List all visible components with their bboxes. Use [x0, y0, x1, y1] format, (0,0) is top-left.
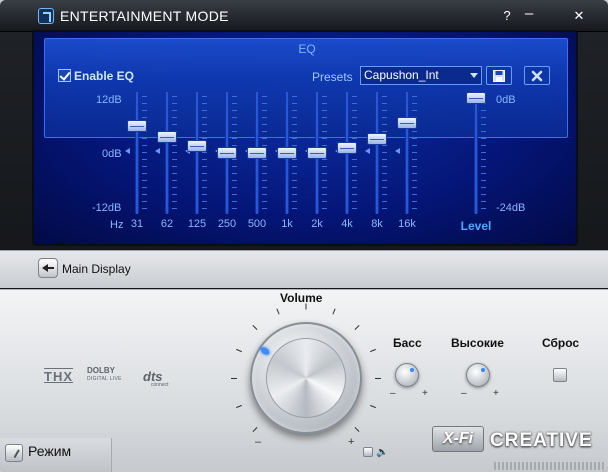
- volume-minus-label: –: [255, 436, 262, 448]
- eq-band-thumb[interactable]: [307, 147, 327, 159]
- xfi-logo: X-Fi: [432, 426, 484, 452]
- level-label: Level: [460, 219, 492, 233]
- eq-band-ticks: [382, 96, 387, 210]
- eq-band-1k-slider[interactable]: [272, 92, 302, 214]
- eq-band-thumb[interactable]: [217, 147, 237, 159]
- bass-plus-label: +: [422, 388, 428, 399]
- floppy-disk-icon: [493, 70, 505, 82]
- x-icon: [531, 70, 543, 82]
- volume-plus-label: +: [348, 436, 355, 448]
- eq-band-thumb[interactable]: [337, 142, 357, 155]
- treble-plus-label: +: [493, 388, 499, 399]
- help-button[interactable]: ?: [498, 7, 516, 25]
- mute-button[interactable]: [363, 447, 373, 457]
- enable-eq-checkbox[interactable]: Enable EQ: [58, 69, 134, 83]
- eq-band-thumb[interactable]: [247, 147, 267, 159]
- zero-marker-icon: [155, 148, 160, 154]
- eq-band-ticks: [172, 96, 177, 210]
- eq-band-125-slider[interactable]: [182, 92, 212, 214]
- bass-knob[interactable]: [395, 363, 419, 387]
- treble-knob[interactable]: [466, 363, 490, 387]
- hz-label: Hz: [110, 219, 124, 231]
- close-button[interactable]: ✕: [570, 7, 588, 25]
- eq-band-62-slider[interactable]: [152, 92, 182, 214]
- db-top-label: 12dB: [96, 94, 122, 106]
- eq-band-8k-slider[interactable]: [362, 92, 392, 214]
- db-bottom-label: -12dB: [92, 202, 122, 214]
- arrow-left-icon[interactable]: [38, 258, 58, 278]
- eq-band-ticks: [412, 96, 417, 210]
- level-slider-track[interactable]: [474, 92, 478, 214]
- eq-band-track[interactable]: [165, 92, 169, 214]
- bass-minus-label: –: [390, 388, 396, 399]
- level-top-label: 0dB: [496, 94, 516, 106]
- enable-eq-label: Enable EQ: [74, 69, 135, 83]
- dolby-logo-text: DOLBY: [87, 366, 115, 375]
- eq-screen: EQ Enable EQ Presets Capushon_Int 12dB 0…: [32, 30, 578, 246]
- eq-band-frequency-label: 16k: [398, 218, 416, 230]
- eq-band-ticks: [202, 96, 207, 210]
- eq-band-ticks: [142, 96, 147, 210]
- eq-band-16k-slider[interactable]: [392, 92, 422, 214]
- volume-label: Volume: [280, 291, 323, 305]
- volume-tick: [305, 303, 307, 310]
- reset-button[interactable]: [553, 368, 567, 382]
- mode-button[interactable]: Режим: [28, 443, 71, 459]
- eq-section-title: EQ: [298, 42, 316, 56]
- main-display-button[interactable]: Main Display: [62, 262, 131, 276]
- entertainment-mode-window: ENTERTAINMENT MODE ? – ✕ EQ Enable EQ Pr…: [0, 0, 608, 472]
- eq-band-thumb[interactable]: [127, 119, 147, 132]
- speaker-icon: 🔈: [376, 447, 389, 458]
- volume-knob[interactable]: [250, 322, 362, 434]
- eq-band-31-slider[interactable]: [122, 92, 152, 214]
- dolby-logo: DOLBY DIGITAL LIVE: [87, 367, 122, 383]
- eq-band-thumb[interactable]: [277, 147, 297, 159]
- eq-band-track[interactable]: [135, 92, 139, 214]
- volume-tick: [375, 378, 381, 379]
- eq-band-track[interactable]: [375, 92, 379, 214]
- zero-marker-icon: [125, 148, 130, 154]
- zero-marker-icon: [365, 148, 370, 154]
- preset-value: Capushon_Int: [364, 68, 439, 82]
- save-preset-button[interactable]: [486, 66, 512, 85]
- level-slider[interactable]: [461, 92, 491, 214]
- presets-dropdown[interactable]: Capushon_Int: [360, 66, 482, 85]
- eq-band-thumb[interactable]: [157, 130, 177, 143]
- level-bottom-label: -24dB: [496, 202, 526, 214]
- reset-label: Сброс: [542, 336, 580, 350]
- eq-band-500-slider[interactable]: [242, 92, 272, 214]
- volume-knob-face[interactable]: [266, 338, 346, 418]
- volume-tick: [231, 378, 237, 379]
- eq-band-2k-slider[interactable]: [302, 92, 332, 214]
- minimize-button[interactable]: –: [520, 6, 538, 25]
- level-slider-ticks: [481, 96, 486, 210]
- eq-band-track[interactable]: [405, 92, 409, 214]
- creative-logo: CREATIVE: [490, 430, 593, 451]
- treble-minus-label: –: [461, 388, 467, 399]
- app-icon: [38, 8, 54, 24]
- eq-band-4k-slider[interactable]: [332, 92, 362, 214]
- resize-grip[interactable]: [494, 462, 604, 470]
- eq-band-thumb[interactable]: [367, 133, 387, 146]
- bass-label: Басс: [393, 336, 422, 350]
- dts-logo-subtext: connect: [151, 382, 169, 388]
- treble-label: Высокие: [451, 336, 504, 350]
- delete-preset-button[interactable]: [524, 66, 550, 85]
- mode-toggle-icon[interactable]: [5, 444, 23, 462]
- window-title: ENTERTAINMENT MODE: [60, 8, 229, 24]
- chevron-down-icon[interactable]: [470, 73, 478, 78]
- db-mid-label: 0dB: [102, 148, 122, 160]
- thx-logo: THX: [44, 369, 73, 384]
- checkbox-checked-icon[interactable]: [58, 69, 71, 82]
- zero-marker-icon: [395, 148, 400, 154]
- eq-band-250-slider[interactable]: [212, 92, 242, 214]
- eq-band-thumb[interactable]: [397, 117, 417, 130]
- level-slider-thumb[interactable]: [466, 92, 486, 104]
- eq-band-track[interactable]: [195, 92, 199, 214]
- dts-logo: dts connect: [143, 369, 169, 388]
- eq-band-thumb[interactable]: [187, 140, 207, 153]
- dolby-logo-subtext: DIGITAL LIVE: [87, 376, 122, 382]
- presets-label: Presets: [312, 70, 353, 84]
